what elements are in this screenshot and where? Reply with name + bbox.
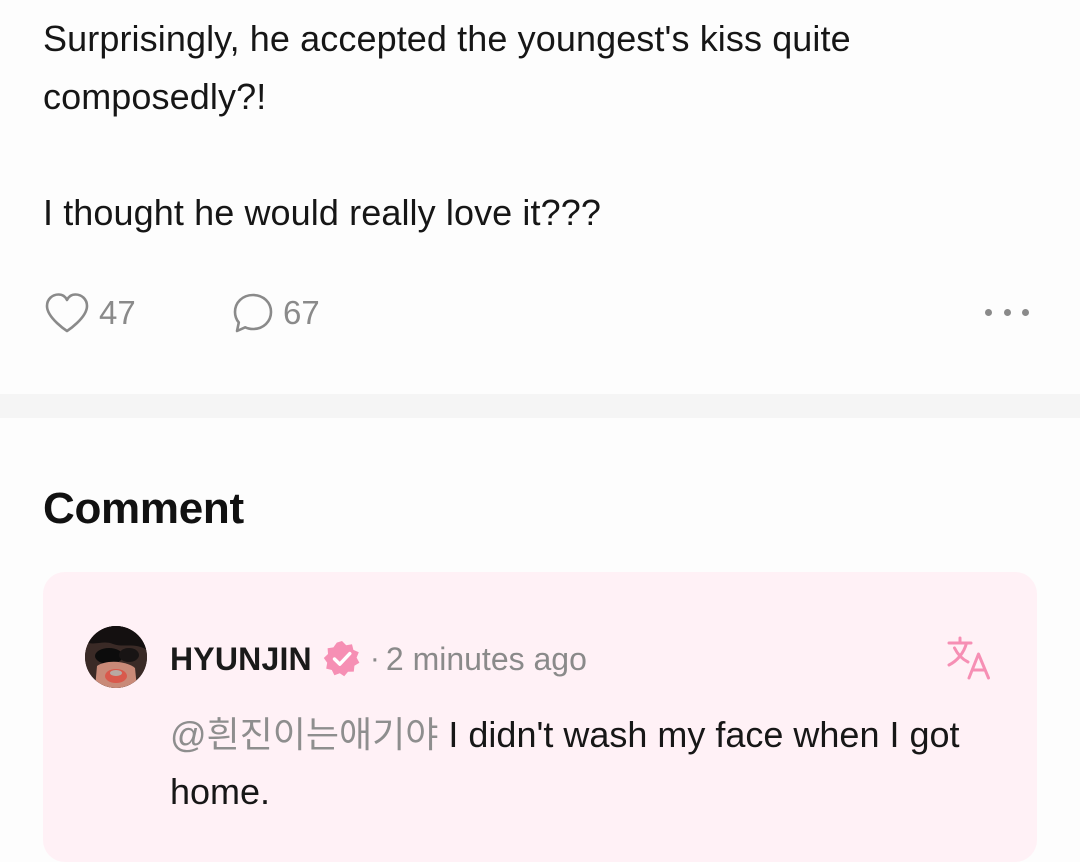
avatar[interactable]: [85, 626, 147, 688]
comment-card: HYUNJIN · 2 minutes ago @흰진이는애기야 I didn'…: [43, 572, 1037, 862]
header-separator: ·: [369, 642, 380, 675]
more-options-button[interactable]: [985, 296, 1029, 328]
more-dot: [1022, 308, 1029, 316]
comment-count: 67: [283, 294, 320, 331]
comment-timestamp: 2 minutes ago: [385, 640, 587, 677]
post-paragraph: Surprisingly, he accepted the youngest's…: [43, 18, 851, 117]
speech-bubble-icon: [233, 293, 273, 333]
comment-button[interactable]: 67: [231, 288, 320, 338]
translate-button[interactable]: [945, 634, 993, 682]
comment-header: HYUNJIN · 2 minutes ago: [170, 634, 587, 684]
post-body: Surprisingly, he accepted the youngest's…: [43, 10, 1023, 242]
comment-author[interactable]: HYUNJIN: [170, 641, 312, 678]
like-button[interactable]: 47: [43, 288, 136, 338]
more-dot: [1003, 308, 1011, 316]
post-paragraph: I thought he would really love it???: [43, 192, 601, 233]
post-actions: 47 67: [43, 288, 1037, 338]
like-count: 47: [99, 294, 136, 331]
comment-body: @흰진이는애기야 I didn't wash my face when I go…: [170, 706, 970, 820]
mention-link[interactable]: @흰진이는애기야: [170, 714, 438, 755]
comment-section-title: Comment: [43, 484, 244, 533]
avatar-image: [85, 626, 147, 688]
translate-icon: [947, 636, 990, 680]
verified-badge-icon: [323, 641, 360, 677]
more-dot: [985, 308, 992, 316]
section-divider: [0, 394, 1080, 418]
heart-outline-icon: [45, 293, 89, 333]
